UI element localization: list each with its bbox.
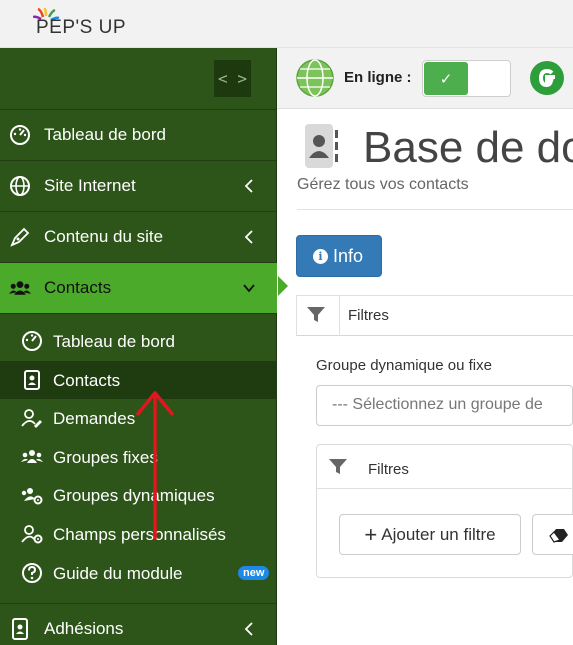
globe-icon	[296, 59, 334, 97]
dashboard-icon	[10, 125, 30, 145]
sidebar-item-label: Contacts	[44, 278, 112, 297]
sidebar-header: < >	[0, 48, 277, 110]
group-select[interactable]: --- Sélectionnez un groupe de	[316, 385, 573, 426]
plus-icon: +	[364, 521, 378, 547]
divider	[297, 209, 573, 210]
annotation-arrow-icon	[135, 391, 175, 539]
brand-name: PEP'S UP	[36, 17, 126, 38]
sidebar-item-contenu-du-site[interactable]: Contenu du site	[0, 212, 277, 263]
user-edit-icon	[21, 409, 42, 428]
sidebar-item-label: Site Internet	[44, 176, 136, 195]
filters-panel: Filtres + Ajouter un filtre	[316, 444, 573, 578]
users-icon	[9, 281, 31, 295]
add-filter-button[interactable]: + Ajouter un filtre	[339, 514, 521, 555]
top-bar: PEP'S UP	[0, 0, 573, 48]
submenu-item-label: Demandes	[53, 409, 136, 428]
group-label: Groupe dynamique ou fixe	[316, 357, 492, 374]
id-badge-icon	[12, 618, 28, 640]
info-button-label: Info	[333, 245, 364, 266]
sidebar-item-tableau-de-bord[interactable]: Tableau de bord	[0, 110, 277, 161]
submenu-item-guide-du-module[interactable]: Guide du module new	[0, 554, 277, 592]
online-label: En ligne :	[344, 69, 412, 86]
check-icon: ✓	[424, 62, 468, 95]
chevron-down-icon	[243, 284, 255, 293]
users-gear-icon	[21, 488, 43, 505]
info-icon: i	[313, 248, 328, 264]
dashboard-icon	[22, 331, 42, 351]
filters-panel-header: Filtres	[317, 445, 573, 489]
separator	[339, 296, 340, 336]
sidebar-collapse-button[interactable]: < >	[214, 60, 251, 97]
page-subtitle: Gérez tous vos contacts	[297, 176, 469, 193]
submenu-item-tableau-de-bord[interactable]: Tableau de bord	[0, 322, 277, 360]
online-toggle[interactable]: ✓	[422, 60, 511, 97]
contact-card-icon	[24, 370, 40, 390]
page: PEP'S UP < > Tableau de bord Site Intern…	[0, 0, 573, 645]
contact-card-icon	[305, 124, 338, 168]
globe-icon	[10, 176, 30, 196]
submenu-item-label: Guide du module	[53, 564, 183, 583]
filters-label: Filtres	[348, 307, 389, 324]
submenu-item-label: Tableau de bord	[53, 332, 175, 351]
filters-panel-label: Filtres	[368, 461, 409, 478]
sidebar-item-site-internet[interactable]: Site Internet	[0, 161, 277, 212]
pen-icon	[10, 227, 30, 247]
submenu-item-label: Contacts	[53, 371, 121, 390]
sidebar-item-label: Contenu du site	[44, 227, 164, 246]
info-button[interactable]: i Info	[296, 235, 382, 277]
active-arrow-indicator	[278, 276, 288, 296]
sidebar-item-contacts[interactable]: Contacts	[0, 263, 277, 314]
eraser-icon	[549, 529, 568, 543]
add-filter-label: Ajouter un filtre	[381, 524, 496, 544]
main-header: En ligne : ✓	[277, 48, 573, 109]
sidebar: < > Tableau de bord Site Internet Conten…	[0, 48, 277, 645]
google-g-icon[interactable]	[528, 59, 566, 97]
question-circle-icon	[22, 563, 42, 583]
chevron-left-icon	[244, 179, 253, 193]
new-badge: new	[238, 566, 270, 580]
funnel-icon	[307, 307, 325, 322]
sidebar-item-adhesions[interactable]: Adhésions	[0, 603, 277, 645]
user-gear-icon	[21, 525, 43, 544]
filters-bar[interactable]: Filtres	[296, 295, 573, 336]
funnel-icon	[329, 459, 347, 474]
sidebar-item-label: Adhésions	[44, 619, 124, 638]
chevron-left-icon	[244, 230, 253, 244]
users-group-icon	[21, 450, 43, 463]
clear-filters-button[interactable]	[532, 514, 573, 555]
chevron-left-icon	[244, 622, 253, 636]
main-content: Base de do Gérez tous vos contacts i Inf…	[277, 109, 573, 645]
sidebar-item-label: Tableau de bord	[44, 125, 166, 144]
page-title: Base de do	[363, 123, 573, 172]
